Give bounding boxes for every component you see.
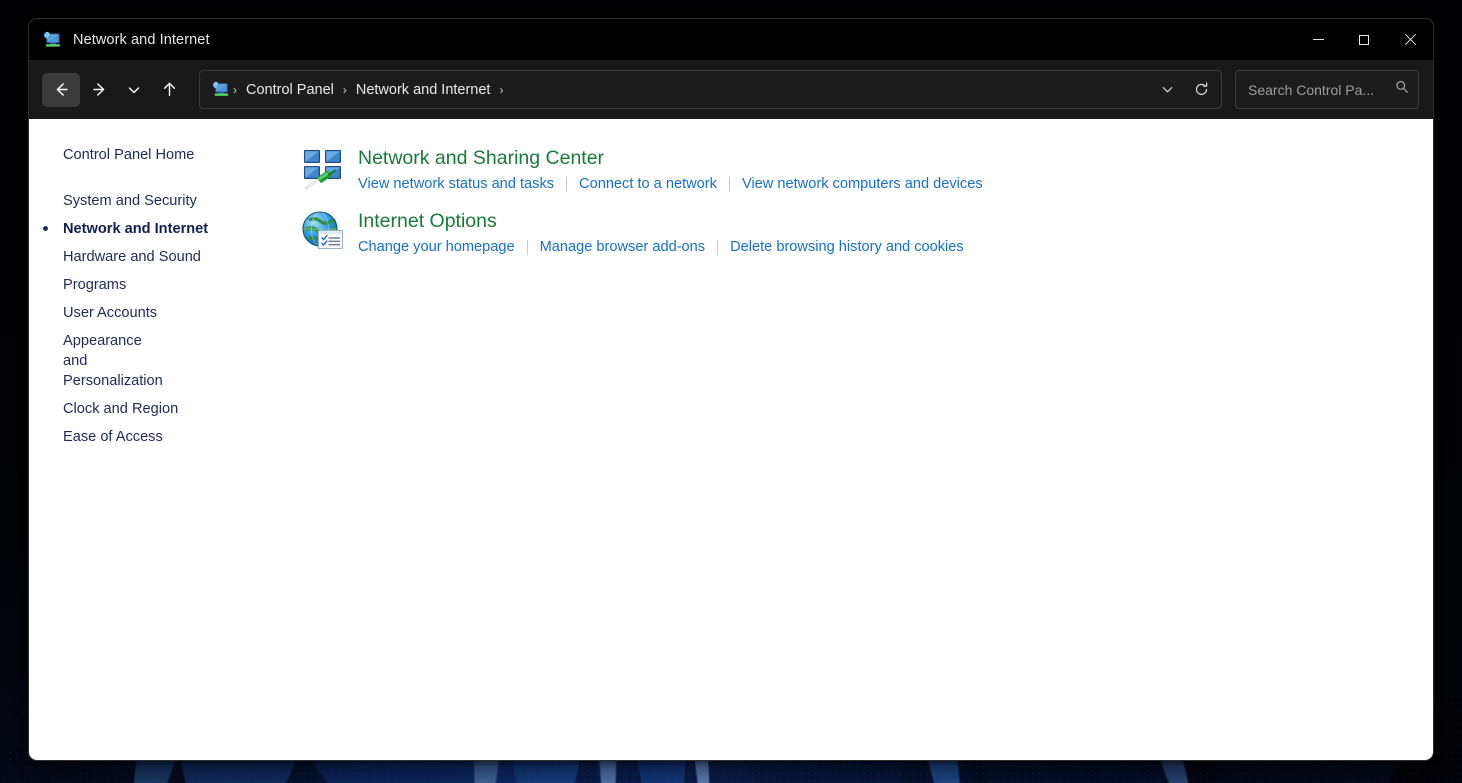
breadcrumb-item-control-panel[interactable]: Control Panel [240, 79, 340, 101]
title-bar: Network and Internet [29, 19, 1433, 60]
forward-button[interactable] [80, 73, 118, 107]
category-body: Network and Sharing Center View network … [358, 145, 983, 194]
recent-locations-button[interactable] [118, 73, 150, 107]
desktop: Network and Internet [0, 0, 1462, 783]
search-input[interactable]: Search Control Pa... [1248, 82, 1394, 98]
link-view-network-computers-and-devices[interactable]: View network computers and devices [742, 174, 983, 194]
breadcrumb-separator[interactable]: › [496, 83, 506, 97]
previous-locations-button[interactable] [1150, 73, 1184, 106]
breadcrumb: › Control Panel › Network and Internet › [230, 79, 506, 101]
address-bar[interactable]: › Control Panel › Network and Internet › [199, 70, 1222, 109]
category-links: View network status and tasks Connect to… [358, 174, 983, 194]
sidebar-item-clock-and-region[interactable]: Clock and Region [29, 395, 293, 423]
search-box[interactable]: Search Control Pa... [1235, 70, 1419, 109]
refresh-icon [1193, 81, 1210, 98]
minimize-button[interactable] [1295, 19, 1341, 60]
close-button[interactable] [1387, 19, 1433, 60]
network-sharing-icon[interactable] [301, 147, 345, 191]
maximize-icon [1359, 35, 1369, 45]
arrow-up-icon [160, 80, 179, 99]
address-bar-actions [1150, 73, 1221, 106]
network-monitor-icon [42, 30, 62, 50]
category-network-and-sharing-center: Network and Sharing Center View network … [301, 145, 1433, 194]
sidebar-item-system-and-security[interactable]: System and Security [29, 187, 293, 215]
category-title-network-and-sharing-center[interactable]: Network and Sharing Center [358, 146, 604, 171]
sidebar-item-appearance-and-personalization[interactable]: Appearance and Personalization [29, 327, 179, 395]
navigation-bar: › Control Panel › Network and Internet › [29, 60, 1433, 119]
maximize-button[interactable] [1341, 19, 1387, 60]
refresh-button[interactable] [1184, 73, 1218, 106]
up-button[interactable] [150, 73, 188, 107]
network-monitor-icon [211, 80, 230, 99]
internet-options-icon[interactable] [301, 210, 345, 254]
breadcrumb-separator[interactable]: › [230, 83, 240, 97]
window-title: Network and Internet [73, 32, 210, 48]
sidebar-item-control-panel-home[interactable]: Control Panel Home [29, 141, 293, 169]
arrow-left-icon [52, 80, 71, 99]
sidebar-item-programs[interactable]: Programs [29, 271, 293, 299]
arrow-right-icon [90, 80, 109, 99]
close-icon [1404, 34, 1416, 46]
sidebar-item-network-and-internet[interactable]: Network and Internet [29, 215, 293, 243]
link-separator [527, 240, 528, 255]
chevron-down-icon [1160, 82, 1175, 97]
link-connect-to-a-network[interactable]: Connect to a network [579, 174, 717, 194]
link-separator [566, 177, 567, 192]
link-manage-browser-add-ons[interactable]: Manage browser add-ons [540, 237, 706, 257]
minimize-icon [1313, 39, 1324, 40]
sidebar-item-hardware-and-sound[interactable]: Hardware and Sound [29, 243, 293, 271]
back-button[interactable] [42, 73, 80, 107]
chevron-down-icon [126, 82, 142, 98]
link-separator [729, 177, 730, 192]
category-links: Change your homepage Manage browser add-… [358, 237, 964, 257]
category-internet-options: Internet Options Change your homepage Ma… [301, 208, 1433, 257]
category-body: Internet Options Change your homepage Ma… [358, 208, 964, 257]
link-separator [717, 240, 718, 255]
sidebar-item-ease-of-access[interactable]: Ease of Access [29, 423, 293, 451]
window-controls [1295, 19, 1433, 60]
breadcrumb-item-network-and-internet[interactable]: Network and Internet [350, 79, 497, 101]
categories-list: Network and Sharing Center View network … [293, 119, 1433, 761]
content-area: Control Panel Home System and Security N… [29, 119, 1433, 761]
link-view-network-status-and-tasks[interactable]: View network status and tasks [358, 174, 554, 194]
sidebar: Control Panel Home System and Security N… [29, 119, 293, 761]
breadcrumb-separator[interactable]: › [340, 83, 350, 97]
sidebar-item-user-accounts[interactable]: User Accounts [29, 299, 293, 327]
link-delete-browsing-history-and-cookies[interactable]: Delete browsing history and cookies [730, 237, 964, 257]
search-icon[interactable] [1394, 79, 1410, 100]
link-change-your-homepage[interactable]: Change your homepage [358, 237, 515, 257]
category-title-internet-options[interactable]: Internet Options [358, 209, 497, 234]
control-panel-window: Network and Internet [28, 18, 1434, 761]
